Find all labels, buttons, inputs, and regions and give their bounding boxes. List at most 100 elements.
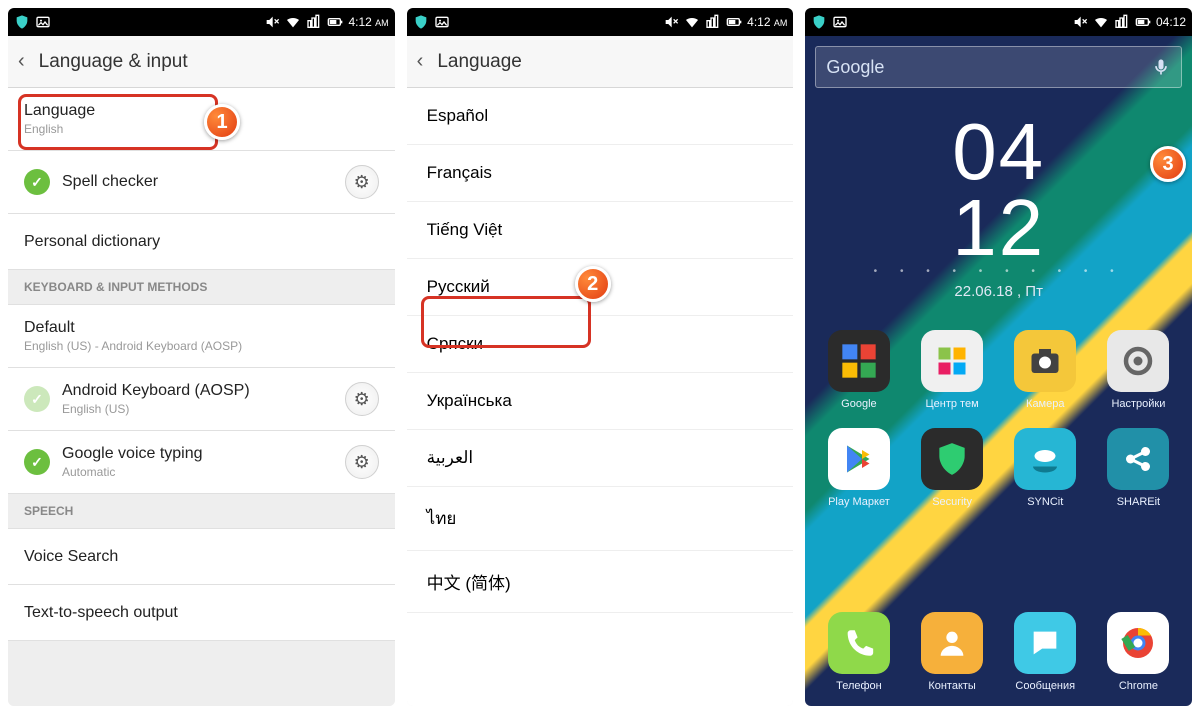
step-badge-2: 2 bbox=[575, 266, 611, 302]
app-icon bbox=[921, 330, 983, 392]
battery-icon bbox=[726, 14, 742, 30]
step-badge-1: 1 bbox=[204, 104, 240, 140]
app-контакты[interactable]: Контакты bbox=[909, 612, 996, 692]
status-time: 4:12 AM bbox=[348, 15, 388, 29]
back-icon[interactable]: ‹ bbox=[417, 50, 424, 73]
app-label: SYNCit bbox=[1027, 496, 1063, 508]
tts-label: Text-to-speech output bbox=[24, 604, 379, 622]
google-search-bar[interactable]: Google bbox=[815, 46, 1182, 88]
app-google[interactable]: Google bbox=[815, 330, 902, 410]
app-icon bbox=[921, 428, 983, 490]
mute-icon bbox=[663, 14, 679, 30]
aosp-label: Android Keyboard (AOSP) bbox=[62, 382, 345, 400]
language-value: English bbox=[24, 122, 379, 136]
app-label: Google bbox=[841, 398, 876, 410]
app-центр-тем[interactable]: Центр тем bbox=[909, 330, 996, 410]
app-сообщения[interactable]: Сообщения bbox=[1002, 612, 1089, 692]
app-label: Security bbox=[932, 496, 972, 508]
mute-icon bbox=[1072, 14, 1088, 30]
app-icon bbox=[1014, 428, 1076, 490]
status-bar: 4:12 AM bbox=[8, 8, 395, 36]
spellchecker-label: Spell checker bbox=[62, 173, 345, 191]
language-option[interactable]: ไทย bbox=[407, 487, 794, 551]
battery-icon bbox=[1135, 14, 1151, 30]
app-shareit[interactable]: SHAREit bbox=[1095, 428, 1182, 508]
check-icon: ✓ bbox=[24, 449, 50, 475]
wifi-icon bbox=[285, 14, 301, 30]
language-option[interactable]: العربية bbox=[407, 430, 794, 487]
wifi-icon bbox=[1093, 14, 1109, 30]
clock-hours: 04 bbox=[815, 114, 1182, 190]
status-time: 4:12 AM bbox=[747, 15, 787, 29]
personal-dictionary-label: Personal dictionary bbox=[24, 233, 379, 251]
app-label: Настройки bbox=[1111, 398, 1165, 410]
page-title: Language & input bbox=[39, 51, 188, 73]
app-камера[interactable]: Камера bbox=[1002, 330, 1089, 410]
app-play-маркет[interactable]: Play Маркет bbox=[815, 428, 902, 508]
app-chrome[interactable]: Chrome bbox=[1095, 612, 1182, 692]
app-security[interactable]: Security bbox=[909, 428, 996, 508]
language-row[interactable]: Language English bbox=[8, 88, 395, 151]
app-icon bbox=[828, 330, 890, 392]
back-icon[interactable]: ‹ bbox=[18, 50, 25, 73]
google-voice-row[interactable]: ✓ Google voice typing Automatic ⚙ bbox=[8, 431, 395, 494]
gvoice-label: Google voice typing bbox=[62, 445, 345, 463]
search-placeholder: Google bbox=[826, 57, 884, 78]
dock: Телефон Контакты Сообщения Chrome bbox=[815, 612, 1182, 696]
clock-minutes: 12 bbox=[815, 190, 1182, 266]
step-badge-3: 3 bbox=[1150, 146, 1186, 182]
language-option[interactable]: Tiếng Việt bbox=[407, 202, 794, 259]
signal-icon bbox=[705, 14, 721, 30]
app-icon bbox=[1014, 612, 1076, 674]
app-icon bbox=[1014, 330, 1076, 392]
app-bar: ‹ Language & input bbox=[8, 36, 395, 88]
app-label: Play Маркет bbox=[828, 496, 890, 508]
clock-date: 22.06.18 , Пт bbox=[815, 283, 1182, 300]
settings-list: Language English ✓ Spell checker ⚙ Perso… bbox=[8, 88, 395, 706]
app-icon bbox=[828, 612, 890, 674]
phone-screen-3: 04:12 Google 04 12 • • • • • • • • • • 2… bbox=[805, 8, 1192, 706]
dots-decoration: • • • • • • • • • • bbox=[815, 266, 1182, 277]
picture-icon bbox=[35, 14, 51, 30]
app-icon bbox=[1107, 428, 1169, 490]
gear-icon[interactable]: ⚙ bbox=[345, 382, 379, 416]
language-option[interactable]: Español bbox=[407, 88, 794, 145]
default-sub: English (US) - Android Keyboard (AOSP) bbox=[24, 339, 379, 353]
default-keyboard-row[interactable]: Default English (US) - Android Keyboard … bbox=[8, 305, 395, 368]
clock-widget[interactable]: 04 12 • • • • • • • • • • 22.06.18 , Пт bbox=[815, 114, 1182, 300]
app-syncit[interactable]: SYNCit bbox=[1002, 428, 1089, 508]
app-label: Камера bbox=[1026, 398, 1064, 410]
language-option[interactable]: Српски bbox=[407, 316, 794, 373]
language-option[interactable]: 中文 (简体) bbox=[407, 551, 794, 613]
app-label: Центр тем bbox=[926, 398, 979, 410]
personal-dictionary-row[interactable]: Personal dictionary bbox=[8, 214, 395, 270]
page-title: Language bbox=[437, 51, 522, 73]
app-icon bbox=[1107, 612, 1169, 674]
app-настройки[interactable]: Настройки bbox=[1095, 330, 1182, 410]
picture-icon bbox=[832, 14, 848, 30]
battery-icon bbox=[327, 14, 343, 30]
gear-icon[interactable]: ⚙ bbox=[345, 165, 379, 199]
app-bar: ‹ Language bbox=[407, 36, 794, 88]
language-list[interactable]: EspañolFrançaisTiếng ViệtРусскийСрпскиУк… bbox=[407, 88, 794, 706]
phone-screen-1: 4:12 AM ‹ Language & input Language Engl… bbox=[8, 8, 395, 706]
app-icon bbox=[828, 428, 890, 490]
language-option[interactable]: Français bbox=[407, 145, 794, 202]
spellchecker-row[interactable]: ✓ Spell checker ⚙ bbox=[8, 151, 395, 214]
app-телефон[interactable]: Телефон bbox=[815, 612, 902, 692]
gvoice-sub: Automatic bbox=[62, 465, 345, 479]
gear-icon[interactable]: ⚙ bbox=[345, 445, 379, 479]
aosp-sub: English (US) bbox=[62, 402, 345, 416]
mic-icon[interactable] bbox=[1151, 57, 1171, 77]
voice-search-row[interactable]: Voice Search bbox=[8, 529, 395, 585]
app-grid: Google Центр тем Камера Настройки Play Марке… bbox=[815, 330, 1182, 508]
app-label: Телефон bbox=[836, 680, 882, 692]
check-icon: ✓ bbox=[24, 386, 50, 412]
tts-row[interactable]: Text-to-speech output bbox=[8, 585, 395, 641]
section-keyboard: KEYBOARD & INPUT METHODS bbox=[8, 270, 395, 305]
home-screen[interactable]: Google 04 12 • • • • • • • • • • 22.06.1… bbox=[805, 36, 1192, 706]
aosp-keyboard-row[interactable]: ✓ Android Keyboard (AOSP) English (US) ⚙ bbox=[8, 368, 395, 431]
app-label: Сообщения bbox=[1015, 680, 1075, 692]
language-option[interactable]: Українська bbox=[407, 373, 794, 430]
language-label: Language bbox=[24, 102, 379, 120]
